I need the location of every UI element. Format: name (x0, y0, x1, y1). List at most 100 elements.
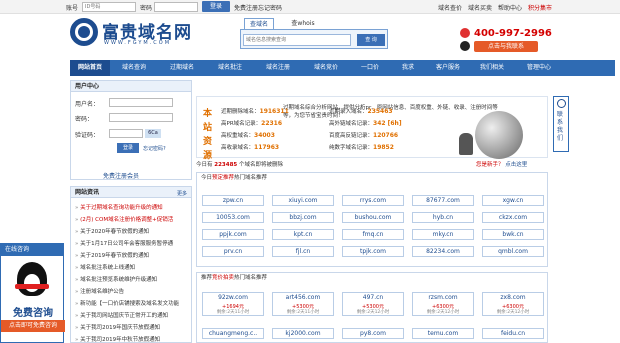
domain-box[interactable]: rrys.com (342, 195, 404, 206)
domain-box[interactable]: qmbl.com (482, 246, 544, 257)
qq-contact-button[interactable]: 点击与我联系 (474, 41, 538, 52)
stat-label: 近期录入域名： (329, 109, 368, 115)
phone-icon (460, 28, 470, 38)
auction-item[interactable]: 497.cn +5300元 剩余:2天12小时 (342, 292, 404, 316)
domain-box[interactable]: prv.cn (202, 246, 264, 257)
consult-float-ad[interactable]: 在线咨询 免费咨询 点击即可免费咨询 (0, 243, 65, 343)
password-input[interactable] (154, 2, 198, 12)
stat-label: 纯数字域名记录： (329, 145, 374, 151)
domain-box[interactable]: 82234.com (412, 246, 474, 257)
auction-domain-box[interactable]: temu.com (412, 328, 474, 339)
top-link-price[interactable]: 域名查价 (438, 3, 462, 12)
account-input[interactable] (82, 2, 136, 12)
login-password-input[interactable] (109, 113, 173, 122)
stat-row: 纯数字域名记录：19852 (329, 143, 394, 151)
domain-box[interactable]: bwk.cn (482, 229, 544, 240)
news-item[interactable]: 关于2019年春节放假的通知 (75, 251, 191, 259)
domain-box[interactable]: hyb.cn (412, 212, 474, 223)
domain-box[interactable]: xiuyi.com (272, 195, 334, 206)
stat-value: 22316 (261, 120, 283, 127)
news-item[interactable]: 关于2020年春节放假的通知 (75, 227, 191, 235)
side-contact-tab[interactable]: 联系我们 (553, 96, 569, 152)
ball-illustration (475, 111, 523, 159)
auction-item[interactable]: art456.com +5300元 剩余:2天11小时 (272, 292, 334, 316)
stat-label: 百度高反链记录： (329, 133, 374, 139)
login-panel: 用户中心 用户名： 密码： 验证码： 6Ca 登录 忘记密码? 免费注册会员 (70, 80, 192, 180)
news-item[interactable]: 新功能【一口价店铺搜索及域名发文功能 (75, 299, 191, 307)
tab-domain[interactable]: 查域名 (244, 18, 274, 29)
nav-about[interactable]: 我们相关 (470, 60, 514, 76)
domain-box[interactable]: tpjk.com (342, 246, 404, 257)
nav-annotate[interactable]: 域名批注 (206, 60, 254, 76)
stat-value: 117963 (254, 144, 280, 151)
domain-box[interactable]: 10053.com (202, 212, 264, 223)
site-logo[interactable]: 富贵域名网 WWW.FGYM.COM (70, 18, 200, 52)
news-item[interactable]: 关于我司2019年中秋节放假通知 (75, 335, 191, 343)
stats-side-label: 本站资源 (203, 109, 213, 161)
domain-box[interactable]: 87677.com (412, 195, 474, 206)
news-more-link[interactable]: 更多 (177, 189, 187, 200)
tab-whois[interactable]: 查whois (288, 18, 318, 29)
nav-auction[interactable]: 域名竞价 (302, 60, 350, 76)
stat-row: 高PR域名记录：22316 (221, 119, 282, 127)
nav-wanted[interactable]: 我求 (390, 60, 426, 76)
top-link-trade[interactable]: 域名买卖 (468, 3, 492, 12)
captcha-image[interactable]: 6Ca (145, 129, 161, 138)
nav-fixed-price[interactable]: 一口价 (350, 60, 390, 76)
domain-box[interactable]: zpw.cn (202, 195, 264, 206)
forgot-link[interactable]: 忘记密码 (258, 3, 282, 12)
auction-time: 剩余:2天12小时 (426, 310, 460, 315)
nav-query[interactable]: 域名查询 (110, 60, 158, 76)
news-title: 网站资讯 更多 (71, 187, 191, 198)
nav-expired[interactable]: 过期域名 (158, 60, 206, 76)
consult-sub-text[interactable]: 点击即可免费咨询 (1, 320, 65, 332)
top-login-button[interactable]: 登录 (202, 1, 230, 12)
nav-admin[interactable]: 管理中心 (514, 60, 564, 76)
news-item[interactable]: 关于我司2019年国庆节放假通知 (75, 323, 191, 331)
top-link-help[interactable]: 帮助中心 (498, 3, 522, 12)
auction-item[interactable]: 92zw.com +1694元 剩余:2天11小时 (202, 292, 264, 316)
forgot-password-link[interactable]: 忘记密码? (143, 145, 166, 152)
news-item[interactable]: 域名批注系统上线通知 (75, 263, 191, 271)
stat-label: 高收录域名： (221, 145, 255, 151)
nav-service[interactable]: 客户服务 (426, 60, 470, 76)
nav-home[interactable]: 网站首页 (70, 60, 110, 76)
news-item[interactable]: 关于过期域名查询功能升级的通知 (75, 203, 191, 211)
domain-box[interactable]: fjl.cn (272, 246, 334, 257)
auction-suffix: 热门域名推荐 (234, 275, 268, 281)
login-button[interactable]: 登录 (117, 143, 139, 153)
auction-item[interactable]: zx8.com +6300元 剩余:2天12小时 (482, 292, 544, 316)
main-nav: 网站首页 域名查询 过期域名 域名批注 域名注册 域名竞价 一口价 我求 客户服… (70, 60, 615, 76)
news-item[interactable]: 域名批注预览系统维护升级通知 (75, 275, 191, 283)
newbie-hint[interactable]: 您是新手？ 点击这里 (476, 160, 527, 168)
top-link-points[interactable]: 积分集市 (528, 3, 552, 12)
news-item[interactable]: 关于我司网站国庆节正常开工的通知 (75, 311, 191, 319)
auction-domain-box[interactable]: kj2000.com (272, 328, 334, 339)
search-button[interactable]: 查 询 (357, 34, 385, 46)
count-suffix: 个域名即将被删除 (238, 162, 283, 168)
register-member-link[interactable]: 免费注册会员 (103, 171, 139, 180)
domain-box[interactable]: fmq.cn (342, 229, 404, 240)
news-item[interactable]: 关于1月17日公司年会客服服务暂停通 (75, 239, 191, 247)
auction-domain-box[interactable]: feidu.cn (482, 328, 544, 339)
domain-box[interactable]: xgw.cn (482, 195, 544, 206)
domain-box[interactable]: bushou.com (342, 212, 404, 223)
auction-domain-box[interactable]: py8.com (342, 328, 404, 339)
auction-item[interactable]: rzsm.com +6300元 剩余:2天12小时 (412, 292, 474, 316)
captcha-input[interactable] (109, 129, 143, 138)
news-item[interactable]: 注册域名维护公告 (75, 287, 191, 295)
domain-box[interactable]: kpt.cn (272, 229, 334, 240)
newbie-link[interactable]: 点击这里 (505, 162, 527, 168)
stat-label: 高权重域名： (221, 133, 255, 139)
domain-box[interactable]: mky.cn (412, 229, 474, 240)
register-link[interactable]: 免费注册 (234, 3, 258, 12)
domain-box[interactable]: bbzj.com (272, 212, 334, 223)
auction-domain-box[interactable]: chuangmeng.c.. (202, 328, 264, 339)
domain-box[interactable]: ckzx.com (482, 212, 544, 223)
domain-box[interactable]: ppjk.com (202, 229, 264, 240)
search-input[interactable] (243, 34, 351, 46)
nav-register[interactable]: 域名注册 (254, 60, 302, 76)
username-input[interactable] (109, 98, 173, 107)
news-item[interactable]: (2月) COM域名注册价格调整+促销活 (75, 215, 191, 223)
stat-row: 高权重域名：34003 (221, 131, 275, 139)
